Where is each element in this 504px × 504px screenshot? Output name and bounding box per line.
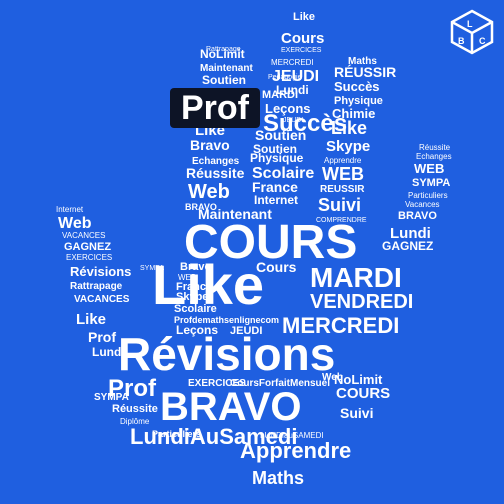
word: MARDI <box>262 89 298 101</box>
word: Internet <box>56 205 84 214</box>
word: Réussite <box>112 403 158 415</box>
word: Apprendre <box>240 438 351 463</box>
word: SYMPA <box>412 177 450 189</box>
lbc-cube-logo-icon: L B C <box>450 9 494 55</box>
word: Skype <box>326 138 370 155</box>
word: CoursForfaitMensuel <box>230 378 330 389</box>
word: Like <box>293 11 315 23</box>
word: Succès <box>334 79 380 94</box>
word: Like <box>76 311 106 328</box>
word: Particuliers <box>408 191 448 200</box>
word: VENDREDI <box>310 291 413 313</box>
word: Révisions <box>118 328 335 380</box>
logo-letter: L <box>467 19 473 29</box>
word: Internet <box>254 193 298 207</box>
word: Cours <box>281 30 324 47</box>
word: Rattrapage <box>70 281 123 292</box>
logo-letter: C <box>479 36 486 46</box>
logo-letter: B <box>458 36 465 46</box>
word: VACANCES <box>74 294 130 305</box>
word: Bravo <box>180 261 211 273</box>
word: WEB <box>414 161 444 176</box>
word-cloud-hand-image: Like Cours EXERCICES MERCREDI JEUDI Lund… <box>0 0 504 504</box>
word: BRAVO <box>398 210 437 222</box>
word: Maths <box>252 468 304 488</box>
word: GAGNEZ <box>382 239 433 253</box>
word: VACANCES <box>62 231 105 240</box>
word: MARDI <box>310 262 402 293</box>
word: Réussite <box>419 143 451 152</box>
word: GAGNEZ <box>64 241 111 253</box>
word: Réussite <box>186 165 245 181</box>
word: Soutien <box>202 73 246 87</box>
word: EXERCICES <box>66 253 112 262</box>
word: Skype <box>176 291 208 303</box>
word: JEUDI <box>230 325 262 337</box>
word: Physique <box>250 151 304 165</box>
word: Soutien <box>255 127 306 143</box>
word: Pedagogie <box>268 74 302 81</box>
word: Vacances <box>405 200 440 209</box>
word: SYMPA <box>94 392 129 403</box>
word: Leçons <box>176 323 218 337</box>
word: WEB <box>322 164 364 184</box>
word: Particuliers <box>152 429 201 439</box>
word: LUNDIauSAMEDI <box>260 431 324 440</box>
word: BRAVO <box>160 385 301 429</box>
word: Web <box>188 181 230 203</box>
word: Bravo <box>190 137 230 153</box>
word: Diplôme <box>120 417 150 426</box>
word: EXERCICES <box>281 47 322 54</box>
word: Suivi <box>340 405 373 421</box>
word: RÉUSSIR <box>334 64 396 80</box>
prof-badge: Prof <box>170 88 260 128</box>
word: Scolaire <box>174 303 217 315</box>
word: Echanges <box>416 152 452 161</box>
word: JEUDI <box>283 117 303 124</box>
word-cloud-canvas: Like Cours EXERCICES MERCREDI JEUDI Lund… <box>56 11 452 488</box>
word: Cours <box>256 259 297 275</box>
word: MERCREDI <box>271 58 314 67</box>
word: COURS <box>336 385 390 402</box>
word: Suivi <box>318 195 361 215</box>
prof-badge-label: Prof <box>181 89 249 127</box>
word: Like <box>331 118 367 138</box>
word: Rattrapage <box>206 46 241 53</box>
word: Révisions <box>70 264 131 279</box>
word: REUSSIR <box>320 184 365 195</box>
word: SYMPA <box>140 265 164 272</box>
word: Prof <box>88 329 116 345</box>
word: Web <box>322 372 343 383</box>
word: Web <box>58 215 92 232</box>
